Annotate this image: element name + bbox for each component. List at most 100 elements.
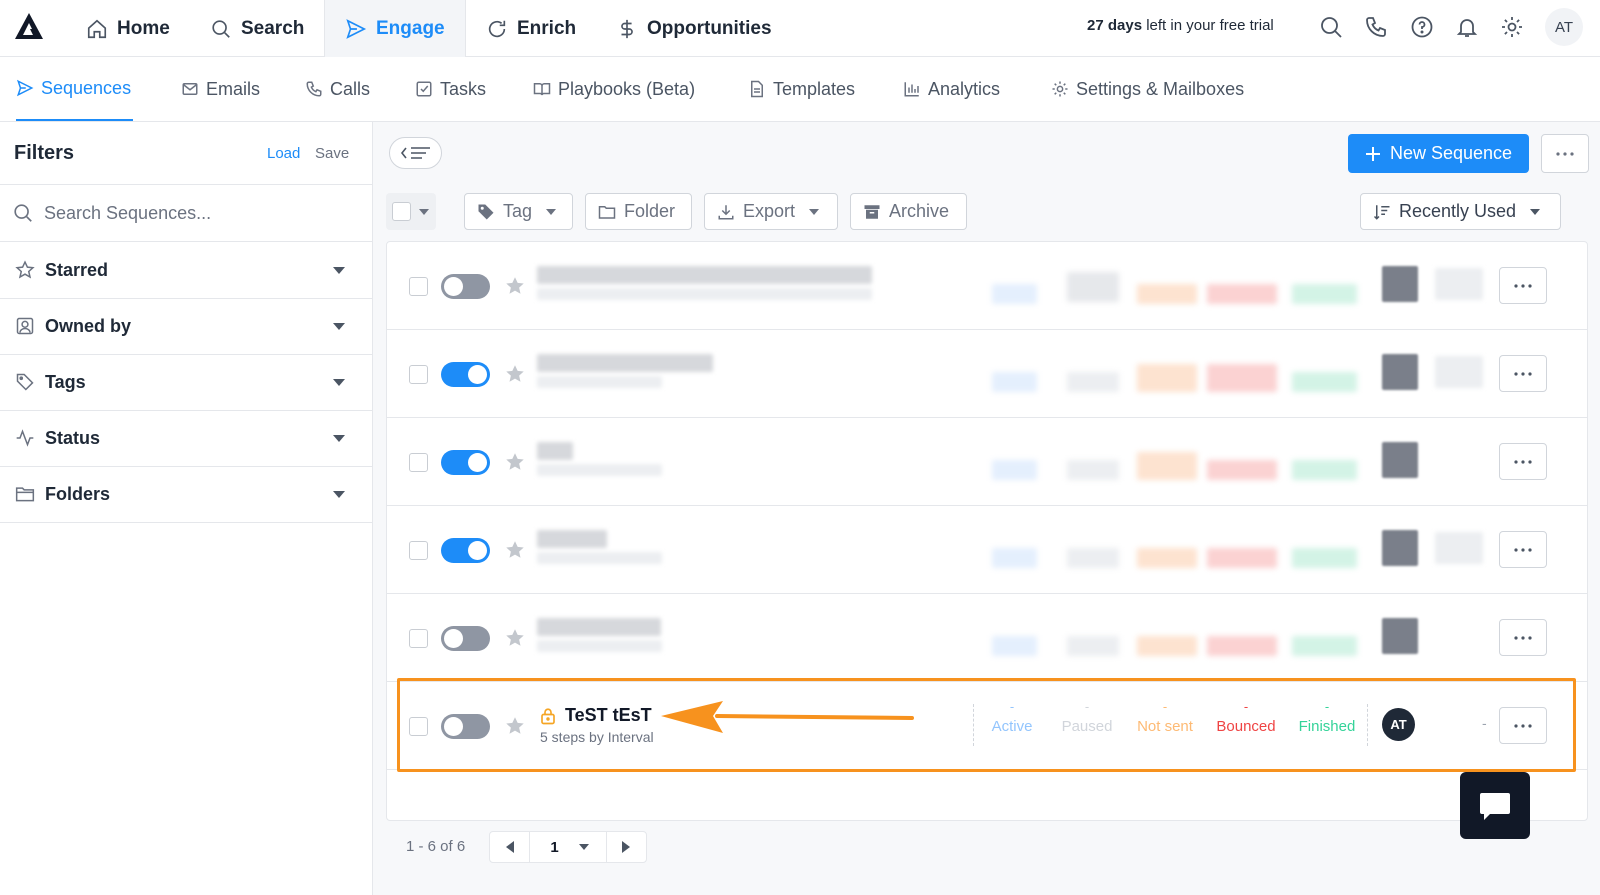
star-icon[interactable] — [504, 627, 526, 649]
new-sequence-button[interactable]: New Sequence — [1348, 134, 1529, 173]
book-icon — [533, 83, 551, 96]
folder-icon — [15, 487, 35, 502]
nav-engage-label: Engage — [376, 17, 445, 39]
trial-notice: 27 days left in your free trial — [1087, 17, 1274, 34]
sequence-toggle[interactable] — [441, 274, 490, 299]
more-horizontal-icon — [1556, 151, 1574, 156]
search-icon[interactable] — [1319, 15, 1343, 39]
redacted-stat — [1067, 636, 1119, 656]
tab-calls-label: Calls — [330, 78, 371, 99]
chevron-down-icon — [546, 208, 557, 215]
row-more-button[interactable] — [1499, 355, 1547, 392]
tab-tasks[interactable]: Tasks — [415, 57, 486, 121]
nav-engage[interactable]: Engage — [324, 0, 466, 57]
tab-playbooks-label: Playbooks (Beta) — [558, 78, 696, 99]
row-checkbox[interactable] — [409, 277, 428, 296]
redacted-stat — [992, 460, 1037, 480]
row-more-button[interactable] — [1499, 443, 1547, 480]
star-icon[interactable] — [504, 275, 526, 297]
table-row[interactable] — [387, 594, 1587, 682]
phone-icon[interactable] — [1364, 15, 1388, 39]
save-filters-link[interactable]: Save — [315, 145, 349, 162]
sequence-toggle[interactable] — [441, 450, 490, 475]
redacted-sequence-name — [537, 530, 607, 548]
tab-tasks-label: Tasks — [440, 78, 487, 99]
user-avatar[interactable]: AT — [1545, 8, 1583, 46]
star-icon[interactable] — [504, 451, 526, 473]
redacted-stat — [1292, 460, 1357, 480]
tag-button[interactable]: Tag — [464, 193, 573, 230]
archive-button[interactable]: Archive — [850, 193, 967, 230]
row-more-button[interactable] — [1499, 267, 1547, 304]
redacted-stat — [1137, 636, 1197, 656]
collapse-sidebar-icon — [400, 147, 430, 159]
filter-starred[interactable]: Starred — [0, 242, 372, 299]
sequence-toggle[interactable] — [441, 362, 490, 387]
tab-sequences[interactable]: Sequences — [16, 57, 134, 121]
table-row[interactable] — [387, 330, 1587, 418]
checkbox[interactable] — [392, 202, 411, 221]
more-options-button[interactable] — [1541, 134, 1589, 173]
filters-header: Filters Load Save — [0, 122, 372, 185]
help-icon[interactable] — [1410, 15, 1434, 39]
tab-settings-mailboxes[interactable]: Settings & Mailboxes — [1051, 57, 1244, 121]
send-icon — [346, 18, 367, 39]
filter-folders[interactable]: Folders — [0, 466, 372, 523]
table-row[interactable] — [387, 418, 1587, 506]
redacted-stat — [1207, 364, 1277, 392]
chevron-right-icon — [622, 841, 631, 853]
row-checkbox[interactable] — [409, 629, 428, 648]
redacted-stat — [1067, 372, 1119, 392]
next-page-button[interactable] — [607, 832, 646, 862]
filter-tags[interactable]: Tags — [0, 354, 372, 411]
gear-icon[interactable] — [1500, 15, 1524, 39]
row-more-button[interactable] — [1499, 619, 1547, 656]
sequence-toggle[interactable] — [441, 538, 490, 563]
chevron-down-icon — [1530, 208, 1541, 215]
filter-owned-by[interactable]: Owned by — [0, 298, 372, 355]
tab-templates-label: Templates — [773, 78, 856, 99]
mail-icon — [182, 83, 198, 95]
tab-templates[interactable]: Templates — [748, 57, 855, 121]
redacted-avatar — [1382, 266, 1418, 302]
tab-analytics[interactable]: Analytics — [903, 57, 1000, 121]
page-select[interactable]: 1 — [529, 832, 607, 862]
sort-dropdown[interactable]: Recently Used — [1360, 193, 1561, 230]
download-icon — [718, 204, 734, 219]
table-row[interactable] — [387, 242, 1587, 330]
tab-playbooks[interactable]: Playbooks (Beta) — [533, 57, 695, 121]
redacted-stat — [1137, 284, 1197, 304]
row-checkbox[interactable] — [409, 453, 428, 472]
folder-button[interactable]: Folder — [585, 193, 692, 230]
bell-icon[interactable] — [1455, 15, 1479, 39]
tab-calls[interactable]: Calls — [305, 57, 370, 121]
export-button[interactable]: Export — [704, 193, 838, 230]
redacted-sequence-name — [537, 618, 661, 636]
page-number: 1 — [550, 838, 559, 856]
engage-subnav: Sequences Emails Calls Tasks Playbooks (… — [0, 57, 1600, 122]
nav-search[interactable]: Search — [210, 0, 304, 57]
collapse-filters-button[interactable] — [389, 137, 442, 169]
document-icon — [751, 80, 763, 98]
row-checkbox[interactable] — [409, 365, 428, 384]
star-icon[interactable] — [504, 539, 526, 561]
nav-home[interactable]: Home — [86, 0, 170, 57]
sequence-search-input[interactable] — [44, 202, 344, 224]
row-more-button[interactable] — [1499, 531, 1547, 568]
apollo-logo-icon[interactable] — [13, 11, 45, 41]
nav-enrich[interactable]: Enrich — [486, 0, 576, 57]
folder-icon — [598, 205, 616, 219]
table-row[interactable] — [387, 506, 1587, 594]
select-all-checkbox[interactable] — [386, 193, 436, 230]
redacted-stat — [1137, 364, 1197, 392]
tab-emails[interactable]: Emails — [181, 57, 260, 121]
star-icon[interactable] — [504, 363, 526, 385]
filter-status[interactable]: Status — [0, 410, 372, 467]
chat-widget-button[interactable] — [1460, 772, 1530, 839]
previous-page-button[interactable] — [490, 832, 529, 862]
row-checkbox[interactable] — [409, 541, 428, 560]
nav-opportunities[interactable]: Opportunities — [616, 0, 772, 57]
redacted-last-used — [1435, 268, 1483, 300]
sequence-toggle[interactable] — [441, 626, 490, 651]
load-filters-link[interactable]: Load — [267, 145, 300, 162]
